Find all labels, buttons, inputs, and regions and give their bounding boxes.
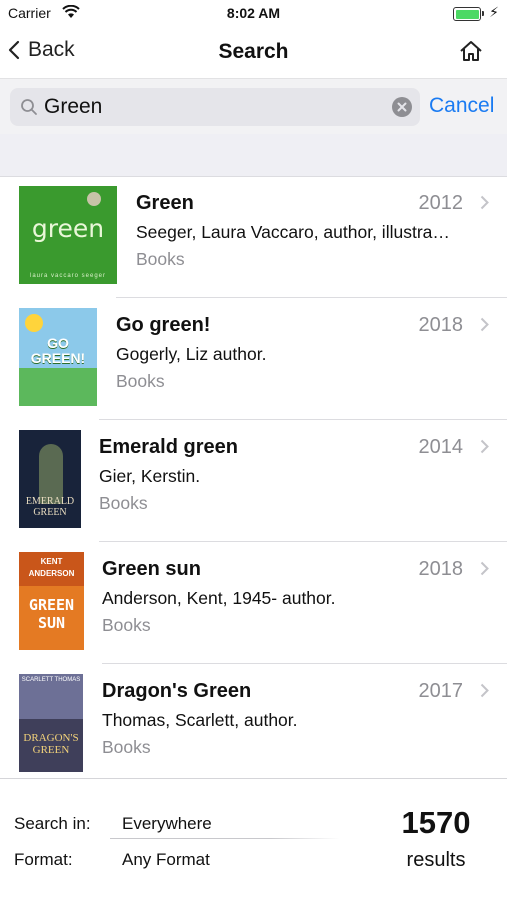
battery-icon	[453, 7, 484, 21]
cover-author-text: laura vaccaro seeger	[29, 273, 107, 279]
chevron-right-icon	[480, 683, 489, 698]
clear-search-icon[interactable]	[392, 97, 412, 117]
result-title: Green sun	[102, 558, 201, 580]
search-bar: Cancel	[0, 78, 507, 135]
clock: 8:02 AM	[226, 5, 281, 21]
cover-title-text: GO GREEN!	[30, 335, 86, 366]
cover-title-text: EMERALD GREEN	[25, 496, 75, 518]
chevron-right-icon	[480, 195, 489, 210]
search-in-label: Search in:	[14, 814, 91, 833]
page-title: Search	[218, 40, 289, 63]
format-label: Format:	[14, 850, 73, 869]
result-year: 2018	[418, 558, 464, 580]
search-icon	[21, 99, 37, 115]
result-title: Go green!	[116, 314, 211, 336]
home-button[interactable]	[459, 40, 483, 67]
result-row[interactable]: GO GREEN! Go green! 2018 Gogerly, Liz au…	[0, 298, 507, 420]
status-bar: Carrier 8:02 AM ⚡	[0, 0, 507, 28]
results-count-label: results	[406, 849, 466, 871]
result-row[interactable]: EMERALD GREEN Emerald green 2014 Gier, K…	[0, 420, 507, 542]
result-title: Dragon's Green	[102, 680, 252, 702]
cover-author-text: SCARLETT THOMAS	[21, 677, 81, 683]
search-field[interactable]	[10, 88, 420, 126]
book-cover-image: green laura vaccaro seeger	[19, 186, 117, 284]
cover-author-text: KENT ANDERSON	[28, 557, 75, 578]
charging-bolt-icon: ⚡	[489, 4, 499, 20]
format-selector[interactable]: Any Format	[122, 850, 210, 870]
result-format: Books	[102, 737, 151, 757]
book-cover-image: EMERALD GREEN	[19, 430, 81, 528]
chevron-right-icon	[480, 439, 489, 454]
result-row[interactable]: green laura vaccaro seeger Green 2012 Se…	[0, 176, 507, 298]
result-author: Seeger, Laura Vaccaro, author, illustra…	[136, 222, 450, 242]
result-author: Thomas, Scarlett, author.	[102, 710, 298, 730]
result-title: Green	[136, 192, 194, 214]
search-in-selector[interactable]: Everywhere	[122, 814, 212, 834]
chevron-right-icon	[480, 561, 489, 576]
result-year: 2014	[418, 436, 464, 458]
home-icon	[460, 41, 482, 61]
result-format: Books	[99, 493, 148, 513]
book-cover-image: SCARLETT THOMAS DRAGON'S GREEN	[19, 674, 83, 772]
cover-title-text: GREEN SUN	[28, 596, 75, 632]
chevron-right-icon	[480, 317, 489, 332]
result-format: Books	[116, 371, 165, 391]
book-cover-image: GO GREEN!	[19, 308, 97, 406]
result-year: 2018	[418, 314, 464, 336]
result-year: 2012	[418, 192, 464, 214]
search-summary-footer: Search in: Everywhere Format: Any Format…	[0, 778, 507, 901]
footer-divider	[110, 838, 340, 839]
results-list: green laura vaccaro seeger Green 2012 Se…	[0, 176, 507, 776]
result-format: Books	[102, 615, 151, 635]
cover-title-text: green	[31, 214, 105, 243]
search-input[interactable]	[44, 92, 384, 122]
result-author: Gogerly, Liz author.	[116, 344, 267, 364]
book-cover-image: KENT ANDERSON GREEN SUN	[19, 552, 84, 650]
result-title: Emerald green	[99, 436, 238, 458]
result-author: Anderson, Kent, 1945- author.	[102, 588, 336, 608]
result-year: 2017	[418, 680, 464, 702]
result-row[interactable]: SCARLETT THOMAS DRAGON'S GREEN Dragon's …	[0, 664, 507, 786]
result-format: Books	[136, 249, 185, 269]
cancel-button[interactable]: Cancel	[429, 94, 494, 118]
navigation-bar: Back Search	[0, 28, 507, 78]
result-row[interactable]: KENT ANDERSON GREEN SUN Green sun 2018 A…	[0, 542, 507, 664]
section-header-spacer	[0, 134, 507, 177]
result-author: Gier, Kerstin.	[99, 466, 201, 486]
cover-title-text: DRAGON'S GREEN	[23, 732, 79, 756]
results-count: 1570	[401, 805, 471, 840]
